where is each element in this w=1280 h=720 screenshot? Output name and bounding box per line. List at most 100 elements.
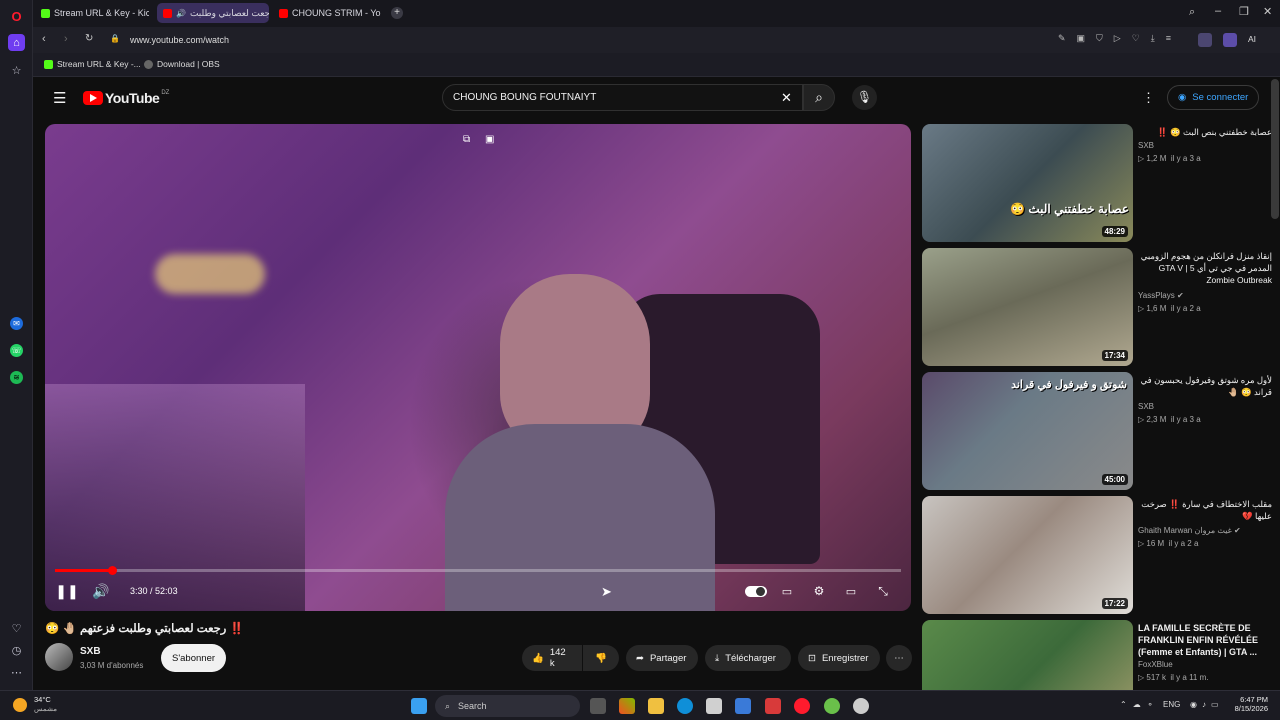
search-tabs-icon[interactable]: ⌕ xyxy=(1189,6,1195,19)
aria-ai-button[interactable]: AI xyxy=(1248,34,1256,44)
autoplay-toggle[interactable] xyxy=(745,586,767,597)
share-button[interactable]: ➦ Partager xyxy=(626,645,698,671)
edge-icon[interactable] xyxy=(677,698,693,714)
mail-icon[interactable] xyxy=(735,698,751,714)
miniplayer-icon[interactable]: ⧉ xyxy=(463,134,470,145)
new-tab-button[interactable]: + xyxy=(391,7,403,19)
video-player[interactable]: ⧉ ▣ ❚❚ 🔊 3:30 / 52:03 ▭ ⚙ ▭ ⤡ ➤ xyxy=(45,124,911,611)
system-tray-icons[interactable]: ⌃☁⚬ xyxy=(1120,700,1159,709)
recommendation-item[interactable]: LA FAMILLE SECRÈTE DE FRANKLIN ENFIN RÉV… xyxy=(922,620,1272,690)
extension-icon[interactable] xyxy=(1223,33,1237,47)
subscriber-count: 3,03 M d'abonnés xyxy=(80,661,144,670)
close-window-button[interactable]: ✕ xyxy=(1263,5,1272,18)
weather-temp[interactable]: 34°C xyxy=(34,695,51,704)
star-icon[interactable]: ☆ xyxy=(8,62,25,79)
channel-name[interactable]: SXB xyxy=(80,646,101,657)
rec-channel[interactable]: SXB xyxy=(1138,141,1154,150)
recommendation-item[interactable]: 17:34 إنقاذ منزل فرانكلن من هجوم الزومبي… xyxy=(922,248,1272,366)
task-view-icon[interactable] xyxy=(590,698,606,714)
back-icon[interactable]: ‹ xyxy=(42,33,46,45)
more-icon[interactable]: ⋯ xyxy=(8,664,25,681)
theater-mode-icon[interactable]: ▭ xyxy=(842,583,860,599)
channel-avatar[interactable] xyxy=(45,643,73,671)
signin-button[interactable]: ◉ Se connecter xyxy=(1167,85,1260,110)
spotify-icon[interactable]: ≋ xyxy=(10,371,23,384)
opera-logo-icon[interactable]: O xyxy=(8,8,25,25)
wps-icon[interactable] xyxy=(765,698,781,714)
recommendation-item[interactable]: 17:22 مقلب الاختطاف في سارة ‼️ صرخت عليه… xyxy=(922,496,1272,614)
app-icon[interactable] xyxy=(824,698,840,714)
camera-icon[interactable]: ▣ xyxy=(485,134,494,145)
widgets-icon[interactable] xyxy=(619,698,635,714)
taskbar-search[interactable]: ⌕ Search xyxy=(435,695,580,717)
store-icon[interactable] xyxy=(706,698,722,714)
bookmark-label: Stream URL & Key -... xyxy=(57,59,141,69)
bookmark-icon: ⊡ xyxy=(808,652,816,664)
settings-menu-icon[interactable]: ⋮ xyxy=(1142,90,1155,106)
tab-choung[interactable]: CHOUNG STRIM - YouTub xyxy=(273,3,381,23)
network-volume-icons[interactable]: ◉♪▭ xyxy=(1190,700,1224,709)
menu-icon[interactable]: ☰ xyxy=(53,89,66,107)
like-button[interactable]: 👍 142 k xyxy=(522,645,582,671)
rec-title[interactable]: عصابة خطفتني بنص البث 😳 ‼️ xyxy=(1138,126,1272,138)
voice-search-icon[interactable]: 🎙 xyxy=(852,85,877,110)
thumbnail[interactable] xyxy=(922,620,1133,690)
language-indicator[interactable]: ENG xyxy=(1163,700,1180,709)
rec-title[interactable]: إنقاذ منزل فرانكلن من هجوم الزومبي المدم… xyxy=(1138,250,1272,286)
toolbar-icons[interactable]: ✎▣⛉▷♡⤓≡ xyxy=(1058,33,1182,44)
windows-start-icon[interactable] xyxy=(411,698,427,714)
dislike-button[interactable]: 👎 xyxy=(583,645,619,671)
rec-title[interactable]: مقلب الاختطاف في سارة ‼️ صرخت عليها 💔 xyxy=(1138,498,1272,522)
subtitles-icon[interactable]: ▭ xyxy=(778,583,796,599)
home-icon[interactable]: ⌂ xyxy=(8,34,25,51)
history-icon[interactable]: ◷ xyxy=(8,642,25,659)
scrollbar[interactable] xyxy=(1271,79,1279,219)
minimize-button[interactable]: – xyxy=(1215,5,1221,17)
search-input[interactable]: CHOUNG BOUNG FOUTNAIYT ✕ xyxy=(442,84,803,111)
rec-title[interactable]: لأول مره شوتق وفيرفول يحبسون في قراند 😳 … xyxy=(1138,374,1272,398)
maximize-button[interactable]: ❐ xyxy=(1239,5,1249,18)
rec-title[interactable]: LA FAMILLE SECRÈTE DE FRANKLIN ENFIN RÉV… xyxy=(1138,622,1272,658)
speaker-icon[interactable]: 🔊 xyxy=(176,9,186,18)
subscribe-button[interactable]: S'abonner xyxy=(161,644,227,672)
obs-taskbar-icon[interactable] xyxy=(853,698,869,714)
thumbnail[interactable]: عصابة خطفتني البث 😳 48:29 xyxy=(922,124,1133,242)
tab-active-video[interactable]: 🔊 رجعت لعصابتي وطلبت xyxy=(157,3,269,23)
thumbnail[interactable]: 17:22 xyxy=(922,496,1133,614)
rec-channel[interactable]: Ghaith Marwan غيث مروان ✔ xyxy=(1138,526,1241,535)
file-explorer-icon[interactable] xyxy=(648,698,664,714)
weather-sun-icon[interactable] xyxy=(13,698,27,712)
rec-channel[interactable]: SXB xyxy=(1138,402,1154,411)
heart-icon[interactable]: ♡ xyxy=(8,620,25,637)
rec-channel[interactable]: YassPlays ✔ xyxy=(1138,291,1184,300)
clear-search-icon[interactable]: ✕ xyxy=(781,90,792,106)
reload-icon[interactable]: ↻ xyxy=(85,33,93,44)
save-button[interactable]: ⊡ Enregistrer xyxy=(798,645,880,671)
recommendation-item[interactable]: شوتق و فيرفول في قراند 45:00 لأول مره شو… xyxy=(922,372,1272,490)
opera-taskbar-icon[interactable] xyxy=(794,698,810,714)
more-actions-button[interactable]: ⋯ xyxy=(886,645,912,671)
volume-button[interactable]: 🔊 xyxy=(92,583,109,599)
url-field[interactable]: www.youtube.com/watch xyxy=(130,35,229,45)
bookmark-kick[interactable]: Stream URL & Key -... xyxy=(44,59,141,69)
youtube-logo[interactable]: YouTube DZ xyxy=(83,90,169,106)
lock-icon: 🔒 xyxy=(110,34,120,43)
download-button[interactable]: ⤓ Télécharger xyxy=(705,645,791,671)
bookmark-obs[interactable]: Download | OBS xyxy=(144,59,220,69)
settings-gear-icon[interactable]: ⚙ xyxy=(810,583,828,599)
tab-kick[interactable]: Stream URL & Key - Kick D xyxy=(35,3,149,23)
pause-button[interactable]: ❚❚ xyxy=(55,583,78,599)
thumbnail[interactable]: شوتق و فيرفول في قراند 45:00 xyxy=(922,372,1133,490)
profile-icon[interactable] xyxy=(1198,33,1212,47)
messenger-icon[interactable]: ✉ xyxy=(10,317,23,330)
rec-age: il y a 3 a xyxy=(1170,154,1201,163)
progress-bar[interactable] xyxy=(55,566,901,575)
thumbnail[interactable]: 17:34 xyxy=(922,248,1133,366)
fullscreen-icon[interactable]: ⤡ xyxy=(874,583,892,599)
rec-channel[interactable]: FoxXBlue xyxy=(1138,660,1173,669)
clock[interactable]: 6:47 PM 8/15/2026 xyxy=(1226,695,1268,713)
forward-icon[interactable]: › xyxy=(64,33,68,45)
search-button[interactable]: ⌕ xyxy=(803,84,835,111)
whatsapp-icon[interactable]: ☏ xyxy=(10,344,23,357)
recommendation-item[interactable]: عصابة خطفتني البث 😳 48:29 عصابة خطفتني ب… xyxy=(922,124,1272,242)
